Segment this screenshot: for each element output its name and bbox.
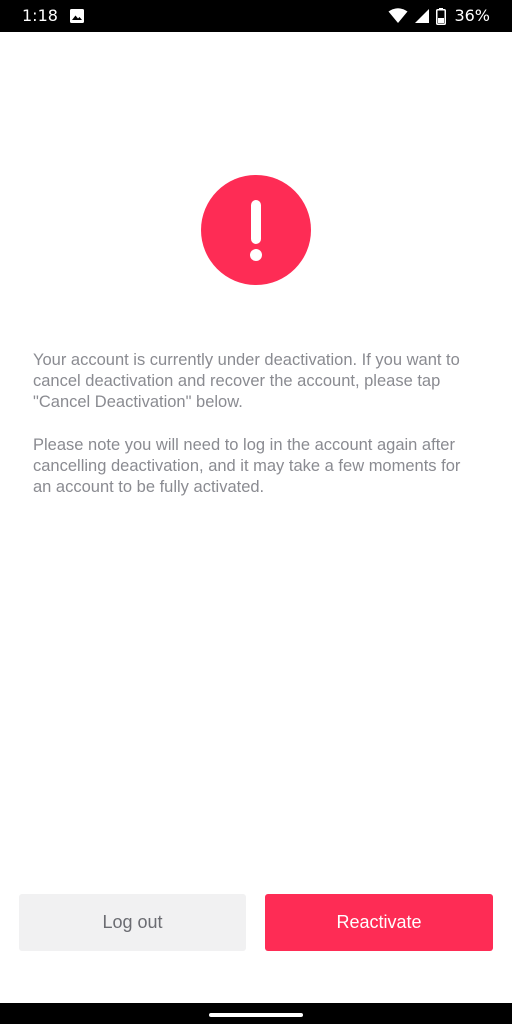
navigation-bar (0, 1003, 512, 1024)
status-icons: 36% (388, 6, 490, 26)
logout-button[interactable]: Log out (19, 894, 246, 951)
battery-percent: 36% (454, 6, 490, 25)
home-indicator[interactable] (209, 1013, 303, 1017)
reactivate-button[interactable]: Reactivate (265, 894, 493, 951)
exclamation-circle-icon (201, 175, 311, 285)
reactivation-note: Please note you will need to log in the … (33, 436, 461, 496)
deactivation-message: Your account is currently under deactiva… (33, 351, 460, 411)
deactivation-screen: 1:18 36% Your account is currently under… (0, 0, 512, 1024)
status-bar: 1:18 36% (0, 0, 512, 32)
cellular-signal-icon (415, 9, 430, 23)
battery-icon (436, 7, 447, 25)
status-time: 1:18 (22, 6, 58, 25)
wifi-icon (388, 8, 408, 23)
image-notification-icon (70, 9, 84, 23)
